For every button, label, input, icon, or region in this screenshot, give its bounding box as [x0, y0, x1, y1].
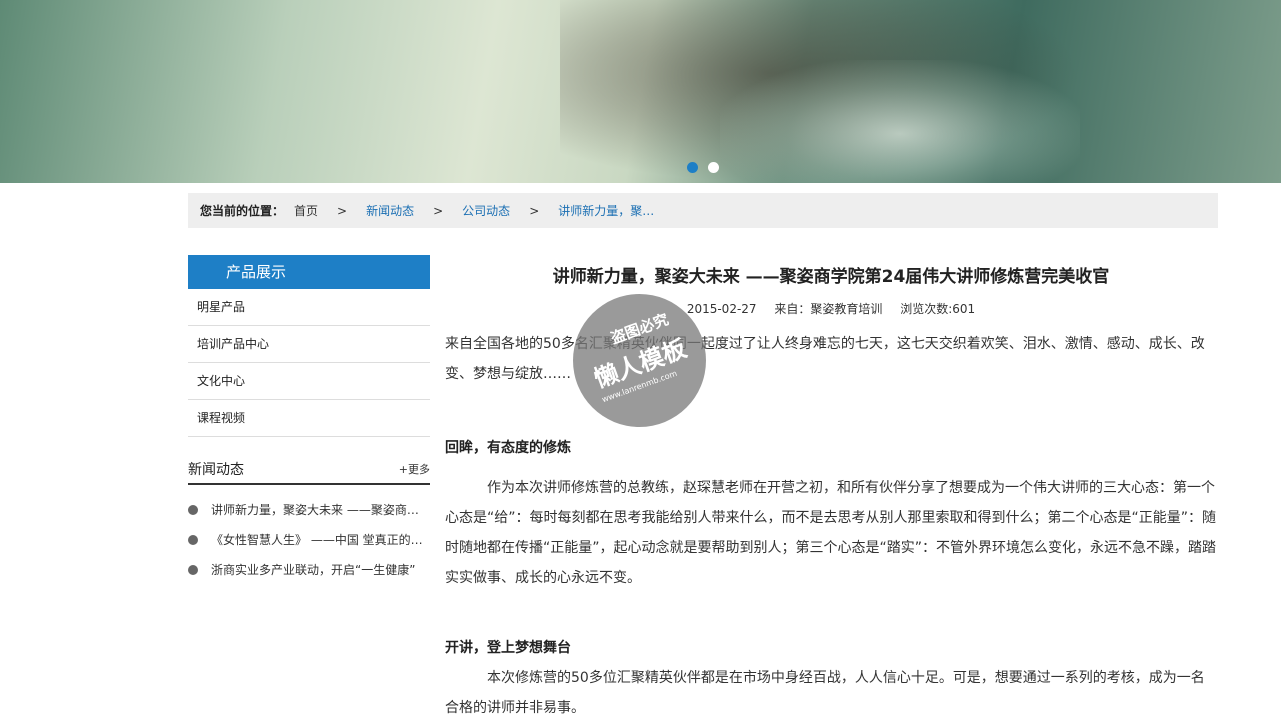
sidebar-item-course-video[interactable]: 课程视频	[188, 400, 430, 437]
bullet-icon	[188, 535, 198, 545]
breadcrumb: 您当前的位置： 首页 > 新闻动态 > 公司动态 > 讲师新力量，聚…	[188, 193, 1218, 228]
breadcrumb-news-link[interactable]: 新闻动态	[366, 202, 414, 219]
bullet-icon	[188, 505, 198, 515]
sidebar-title: 产品展示	[188, 255, 430, 289]
breadcrumb-home-link[interactable]: 首页	[294, 202, 318, 219]
list-item[interactable]: 《女性智慧人生》 ——中国 堂真正的女性智慧课程	[188, 525, 430, 555]
news-header: 新闻动态 +更多	[188, 455, 430, 485]
article-source: 来自：聚姿教育培训	[774, 302, 883, 316]
list-item[interactable]: 讲师新力量，聚姿大未来 ——聚姿商学院第24届伟大讲师修炼营完美收官	[188, 495, 430, 525]
bullet-icon	[188, 565, 198, 575]
news-more-link[interactable]: +更多	[399, 461, 430, 477]
list-item[interactable]: 浙商实业多产业联动，开启“一生健康”	[188, 555, 430, 585]
news-item-text: 《女性智慧人生》 ——中国 堂真正的女性智慧课程	[211, 533, 430, 547]
article-meta: 2015-02-27 来自：聚姿教育培训 浏览次数:601	[445, 300, 1217, 317]
carousel-dot-2[interactable]	[708, 162, 719, 173]
sidebar: 产品展示 明星产品 培训产品中心 文化中心 课程视频 新闻动态 +更多 讲师新力…	[188, 255, 430, 585]
section-body: 作为本次讲师修炼营的总教练，赵琛慧老师在开营之初，和所有伙伴分享了想要成为一个伟…	[445, 480, 1217, 586]
article-views: 浏览次数:601	[900, 302, 976, 316]
article: 讲师新力量，聚姿大未来 ——聚姿商学院第24届伟大讲师修炼营完美收官 2015-…	[445, 264, 1217, 723]
section-body: 本次修炼营的50多位汇聚精英伙伴都是在市场中身经百战，人人信心十足。可是，想要通…	[445, 670, 1205, 716]
breadcrumb-current-link[interactable]: 讲师新力量，聚…	[558, 202, 654, 219]
breadcrumb-separator: >	[529, 203, 540, 218]
sidebar-menu: 明星产品 培训产品中心 文化中心 课程视频	[188, 289, 430, 437]
banner-splash	[720, 60, 1080, 183]
sidebar-item-training-center[interactable]: 培训产品中心	[188, 326, 430, 363]
article-title: 讲师新力量，聚姿大未来 ——聚姿商学院第24届伟大讲师修炼营完美收官	[552, 267, 1110, 287]
carousel-dots	[687, 162, 719, 173]
breadcrumb-separator: >	[433, 203, 444, 218]
news-item-text: 浙商实业多产业联动，开启“一生健康”	[211, 563, 416, 577]
news-item-text: 讲师新力量，聚姿大未来 ——聚姿商学院第24届伟大讲师修炼营完美收官	[211, 503, 430, 517]
sidebar-item-star-products[interactable]: 明星产品	[188, 289, 430, 326]
watermark-seal: 盗图必究 懒人模板 www.lanrenmb.com	[573, 294, 706, 427]
news-title: 新闻动态	[188, 462, 244, 478]
breadcrumb-label: 您当前的位置：	[200, 204, 285, 218]
breadcrumb-company-news-link[interactable]: 公司动态	[462, 202, 510, 219]
section-heading: 回眸，有态度的修炼	[445, 440, 571, 456]
breadcrumb-separator: >	[337, 203, 348, 218]
sidebar-item-culture-center[interactable]: 文化中心	[188, 363, 430, 400]
section-heading: 开讲，登上梦想舞台	[445, 640, 571, 656]
news-list: 讲师新力量，聚姿大未来 ——聚姿商学院第24届伟大讲师修炼营完美收官 《女性智慧…	[188, 495, 430, 585]
hero-banner	[0, 0, 1281, 183]
carousel-dot-1[interactable]	[687, 162, 698, 173]
article-intro: 来自全国各地的50多名汇聚精英伙伴同一起度过了让人终身难忘的七天，这七天交织着欢…	[445, 336, 1205, 382]
